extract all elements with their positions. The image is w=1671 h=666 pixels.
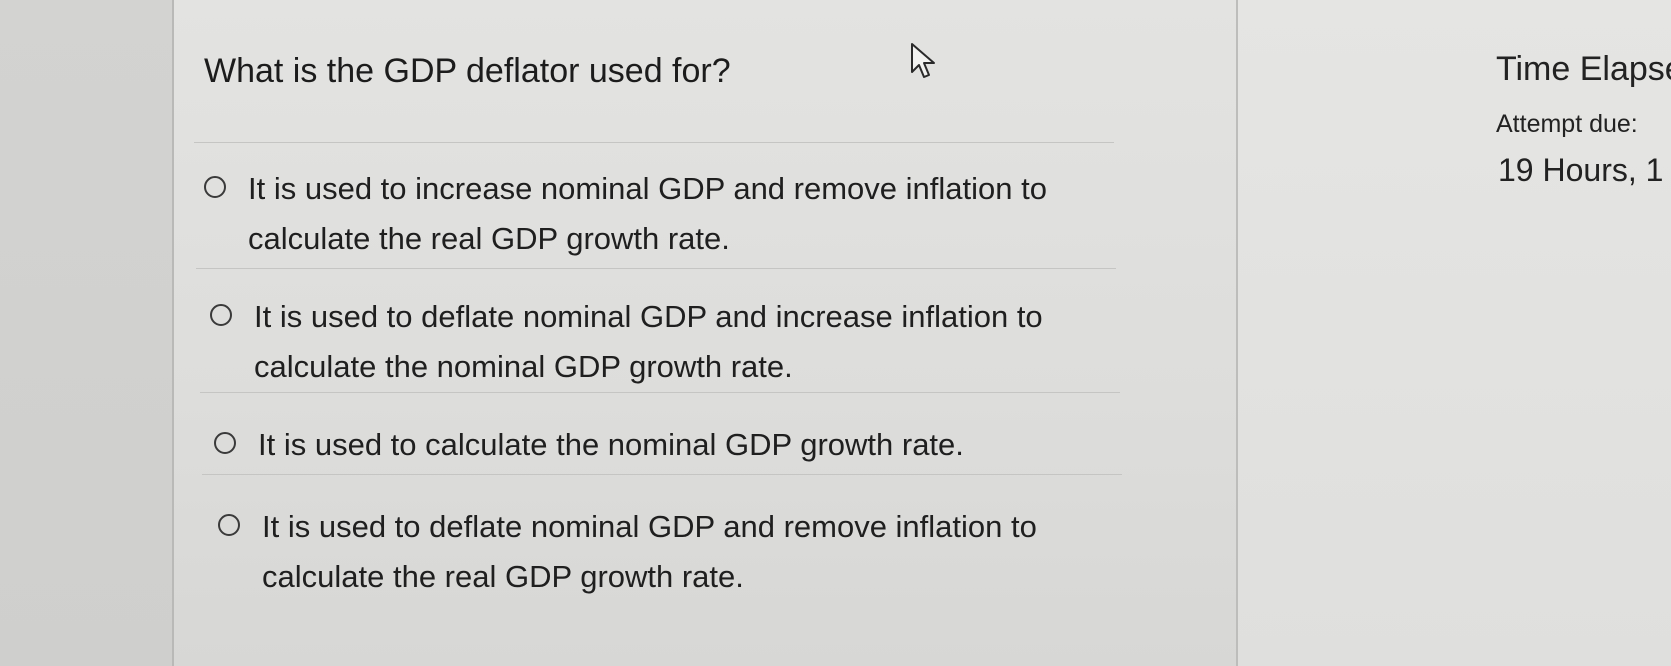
- answer-option-4[interactable]: It is used to deflate nominal GDP and re…: [218, 502, 1138, 602]
- divider: [194, 142, 1114, 143]
- time-elapsed-label: Time Elapse: [1496, 50, 1671, 88]
- divider: [200, 392, 1120, 393]
- radio-unselected-icon[interactable]: [214, 432, 236, 454]
- question-card: What is the GDP deflator used for? It is…: [174, 0, 1238, 666]
- question-title: What is the GDP deflator used for?: [204, 52, 731, 90]
- divider: [202, 474, 1122, 475]
- radio-unselected-icon[interactable]: [210, 304, 232, 326]
- answer-option-line: It is used to deflate nominal GDP and in…: [254, 299, 1043, 334]
- answer-option-line: It is used to calculate the nominal GDP …: [258, 427, 964, 462]
- answer-option-line: calculate the real GDP growth rate.: [262, 559, 744, 594]
- answer-option-line: It is used to deflate nominal GDP and re…: [262, 509, 1037, 544]
- time-remaining-value: 19 Hours, 1: [1498, 152, 1664, 188]
- mouse-pointer-icon: [911, 43, 935, 78]
- answer-option-text: It is used to deflate nominal GDP and re…: [262, 502, 1037, 602]
- answer-option-line: It is used to increase nominal GDP and r…: [248, 171, 1047, 206]
- timer-panel: Time Elapse Attempt due: 19 Hours, 1: [1238, 0, 1671, 666]
- radio-unselected-icon[interactable]: [218, 514, 240, 536]
- answer-option-text: It is used to increase nominal GDP and r…: [248, 164, 1047, 264]
- answer-option-1[interactable]: It is used to increase nominal GDP and r…: [204, 164, 1124, 264]
- radio-unselected-icon[interactable]: [204, 176, 226, 198]
- answer-option-text: It is used to calculate the nominal GDP …: [258, 420, 964, 470]
- answer-option-2[interactable]: It is used to deflate nominal GDP and in…: [210, 292, 1130, 392]
- left-gutter: [0, 0, 174, 666]
- answer-option-line: calculate the real GDP growth rate.: [248, 221, 730, 256]
- answer-option-text: It is used to deflate nominal GDP and in…: [254, 292, 1043, 392]
- attempt-due-label: Attempt due:: [1496, 110, 1638, 138]
- answer-option-3[interactable]: It is used to calculate the nominal GDP …: [214, 420, 1134, 470]
- divider: [196, 268, 1116, 269]
- answer-option-line: calculate the nominal GDP growth rate.: [254, 349, 793, 384]
